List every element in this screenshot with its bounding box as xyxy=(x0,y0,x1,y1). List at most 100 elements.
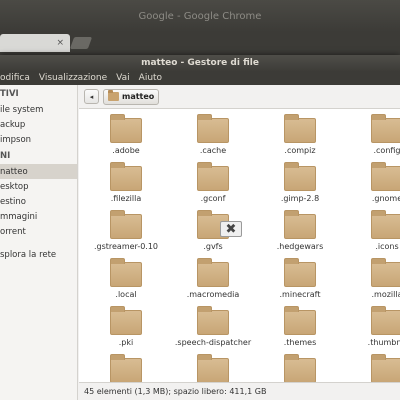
folder-item[interactable]: .icons xyxy=(342,206,400,252)
sidebar-item-simpson[interactable]: impson xyxy=(0,132,77,147)
folder-item[interactable]: .filezilla xyxy=(81,158,171,204)
folder-label: .gstreamer-0.10 xyxy=(93,242,159,251)
sidebar-item-backup[interactable]: ackup xyxy=(0,117,77,132)
sidebar-item-desktop[interactable]: esktop xyxy=(0,179,77,194)
folder-item[interactable]: .cache xyxy=(168,110,258,156)
file-manager-window: matteo - Gestore di file odifica Visuali… xyxy=(0,55,400,400)
folder-label: .macromedia xyxy=(186,290,240,299)
folder-icon xyxy=(197,306,229,335)
folder-label: .filezilla xyxy=(110,194,142,203)
folder-item[interactable] xyxy=(168,350,258,382)
chrome-tab[interactable]: × xyxy=(0,34,70,52)
folder-icon xyxy=(284,210,316,239)
drag-cursor-icon: ✖ xyxy=(220,221,242,237)
folder-label: .gnome xyxy=(371,194,400,203)
sidebar-item-label: natteo xyxy=(0,166,28,177)
cross-icon: ✖ xyxy=(225,221,237,237)
sidebar-item-label: ackup xyxy=(0,119,26,130)
folder-label: .hedgewars xyxy=(276,242,324,251)
folder-label: .adobe xyxy=(112,146,140,155)
back-button[interactable]: ◂ xyxy=(84,89,99,104)
folder-icon xyxy=(371,258,400,287)
sidebar-item-file-system[interactable]: ile system xyxy=(0,102,77,117)
menu-visualizzazione[interactable]: Visualizzazione xyxy=(39,73,107,83)
folder-icon xyxy=(110,162,142,191)
sidebar-item-cestino[interactable]: estino xyxy=(0,194,77,209)
folder-item[interactable] xyxy=(255,350,345,382)
status-text: 45 elementi (1,3 MB); spazio libero: 411… xyxy=(84,387,267,396)
folder-icon xyxy=(371,306,400,335)
folder-label: .speech-dispatcher xyxy=(174,338,252,347)
folder-label: .gvfs xyxy=(203,242,223,251)
window-titlebar: matteo - Gestore di file xyxy=(0,55,400,71)
path-bar: ◂ matteo xyxy=(79,85,400,109)
folder-label: .mozilla xyxy=(371,290,400,299)
sidebar-heading-devices: TIVI xyxy=(0,89,19,99)
menu-vai[interactable]: Vai xyxy=(116,73,129,83)
folder-label: .compiz xyxy=(284,146,316,155)
folder-icon xyxy=(197,114,229,143)
sidebar-item-torrent[interactable]: orrent xyxy=(0,224,77,239)
window-title: matteo - Gestore di file xyxy=(141,58,259,68)
sidebar-item-immagini[interactable]: mmagini xyxy=(0,209,77,224)
sidebar-item-home[interactable]: natteo xyxy=(0,164,77,179)
folder-label: .local xyxy=(115,290,137,299)
breadcrumb-label: matteo xyxy=(122,92,155,101)
chrome-window-background: Google - Google Chrome × xyxy=(0,0,400,60)
folder-item[interactable]: .gconf xyxy=(168,158,258,204)
folder-item[interactable]: .thumbna xyxy=(342,302,400,348)
chrome-title: Google - Google Chrome xyxy=(138,10,262,22)
folder-icon xyxy=(371,210,400,239)
folder-icon xyxy=(371,162,400,191)
folder-item[interactable]: .local xyxy=(81,254,171,300)
menu-modifica[interactable]: odifica xyxy=(0,73,30,83)
main-content: ◂ matteo .adobe .cache .compiz .config .file… xyxy=(79,85,400,400)
folder-item[interactable]: .minecraft xyxy=(255,254,345,300)
folder-item[interactable] xyxy=(81,350,171,382)
menu-bar: odifica Visualizzazione Vai Aiuto xyxy=(0,71,400,85)
sidebar-item-label: esktop xyxy=(0,181,29,192)
folder-label: .pki xyxy=(118,338,134,347)
folder-item[interactable]: .gnome xyxy=(342,158,400,204)
new-tab-button[interactable] xyxy=(69,37,93,49)
folder-item[interactable]: .mozilla xyxy=(342,254,400,300)
window-body: TIVI ile system ackup impson NI natteo e… xyxy=(0,85,400,400)
chevron-left-icon: ◂ xyxy=(89,92,94,101)
folder-icon xyxy=(197,162,229,191)
sidebar-item-label: splora la rete xyxy=(0,249,57,260)
folder-item[interactable]: .adobe xyxy=(81,110,171,156)
sidebar-item-network[interactable]: splora la rete xyxy=(0,247,77,262)
folder-icon xyxy=(110,258,142,287)
folder-icon xyxy=(284,306,316,335)
folder-icon xyxy=(110,354,142,382)
folder-item[interactable]: .themes xyxy=(255,302,345,348)
folder-item[interactable]: .hedgewars xyxy=(255,206,345,252)
menu-aiuto[interactable]: Aiuto xyxy=(139,73,162,83)
folder-label: .themes xyxy=(283,338,317,347)
breadcrumb-home[interactable]: matteo xyxy=(103,88,160,105)
home-folder-icon xyxy=(108,90,119,101)
folder-label: .thumbna xyxy=(367,338,400,347)
folder-item[interactable]: .gstreamer-0.10 xyxy=(81,206,171,252)
folder-icon xyxy=(110,210,142,239)
folder-label: .config xyxy=(373,146,400,155)
folder-icon xyxy=(197,258,229,287)
folder-icon xyxy=(110,306,142,335)
folder-item[interactable]: .gimp-2.8 xyxy=(255,158,345,204)
folder-item[interactable]: .config xyxy=(342,110,400,156)
folder-item[interactable]: .compiz xyxy=(255,110,345,156)
close-icon[interactable]: × xyxy=(56,38,64,48)
folder-item[interactable] xyxy=(342,350,400,382)
folder-item[interactable]: .speech-dispatcher xyxy=(168,302,258,348)
folder-icon xyxy=(284,162,316,191)
status-bar: 45 elementi (1,3 MB); spazio libero: 411… xyxy=(79,382,400,400)
sidebar-item-label: estino xyxy=(0,196,26,207)
folder-item[interactable]: .macromedia xyxy=(168,254,258,300)
folder-icon xyxy=(371,354,400,382)
folder-item[interactable]: .pki xyxy=(81,302,171,348)
chrome-titlebar: Google - Google Chrome xyxy=(0,0,400,32)
folder-item[interactable]: .gvfs xyxy=(168,206,258,252)
folder-icon xyxy=(197,354,229,382)
folder-label: .gconf xyxy=(200,194,226,203)
